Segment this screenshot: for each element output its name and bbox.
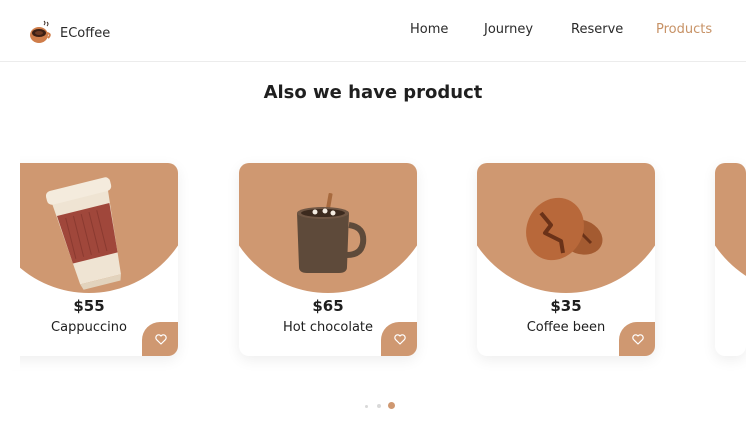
product-card-cappuccino[interactable]: $55 Cappuccino: [0, 163, 178, 356]
favorite-button[interactable]: [142, 322, 178, 356]
product-card-hot-chocolate[interactable]: $65 Hot chocolate: [239, 163, 417, 356]
nav-products[interactable]: Products: [656, 22, 712, 40]
heart-icon: [632, 334, 644, 345]
site-header: ECoffee Home Journey Reserve Products: [0, 0, 746, 62]
brand-name: ECoffee: [60, 25, 111, 41]
card-accent-shape: [715, 163, 746, 293]
nav-home[interactable]: Home: [410, 22, 448, 40]
section-title: Also we have product: [263, 82, 483, 103]
carousel-dot-3[interactable]: [388, 402, 395, 409]
coffee-cup-icon: [28, 20, 54, 46]
nav-reserve[interactable]: Reserve: [571, 22, 623, 40]
heart-icon: [394, 334, 406, 345]
carousel-dot-2[interactable]: [377, 404, 381, 408]
hot-chocolate-mug-icon: [239, 163, 417, 293]
paper-coffee-cup-icon: [0, 163, 178, 293]
carousel-dot-1[interactable]: [365, 405, 368, 408]
carousel-pagination: [360, 402, 400, 412]
product-price: $55: [73, 297, 105, 315]
product-card-coffee-been[interactable]: $35 Coffee been: [477, 163, 655, 356]
product-price: $65: [312, 297, 344, 315]
brand[interactable]: ECoffee: [28, 20, 110, 46]
favorite-button[interactable]: [381, 322, 417, 356]
coffee-beans-icon: [477, 163, 655, 293]
nav-journey[interactable]: Journey: [484, 22, 533, 40]
product-price: $35: [550, 297, 582, 315]
product-card-next[interactable]: [715, 163, 746, 356]
heart-icon: [155, 334, 167, 345]
carousel-edge: [0, 150, 20, 370]
favorite-button[interactable]: [619, 322, 655, 356]
